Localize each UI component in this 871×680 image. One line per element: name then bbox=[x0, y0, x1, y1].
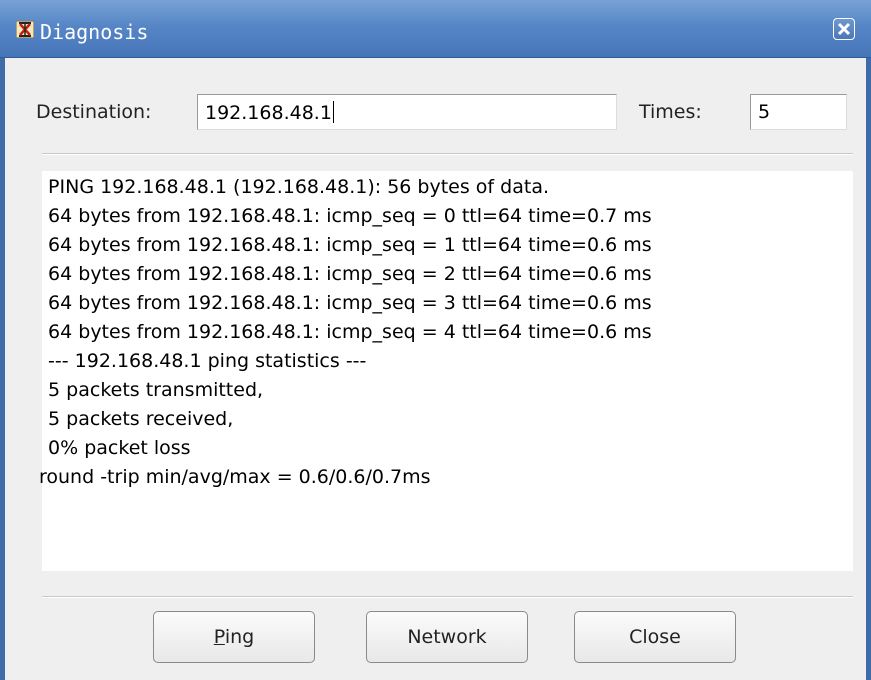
ping-mnemonic: P bbox=[213, 626, 225, 648]
output-line: round -trip min/avg/max = 0.6/0.6/0.7ms bbox=[39, 466, 431, 488]
output-line: --- 192.168.48.1 ping statistics --- bbox=[42, 350, 367, 372]
window-close-button[interactable] bbox=[833, 18, 855, 40]
output-line: 0% packet loss bbox=[42, 437, 191, 459]
network-button-label: Network bbox=[407, 626, 487, 648]
output-line: 5 packets transmitted, bbox=[42, 379, 264, 401]
destination-label: Destination: bbox=[36, 101, 152, 123]
separator-top bbox=[42, 153, 853, 155]
times-label: Times: bbox=[639, 101, 702, 123]
output-line: 64 bytes from 192.168.48.1: icmp_seq = 1… bbox=[42, 234, 652, 256]
output-line: 64 bytes from 192.168.48.1: icmp_seq = 3… bbox=[42, 292, 652, 314]
ping-output-area[interactable]: PING 192.168.48.1 (192.168.48.1): 56 byt… bbox=[39, 171, 853, 571]
window-title: Diagnosis bbox=[40, 20, 149, 44]
output-line: 64 bytes from 192.168.48.1: icmp_seq = 4… bbox=[42, 321, 652, 343]
ping-button[interactable]: Ping bbox=[153, 611, 315, 663]
output-line: 64 bytes from 192.168.48.1: icmp_seq = 0… bbox=[42, 205, 652, 227]
close-button-label: Close bbox=[629, 626, 681, 648]
destination-value: 192.168.48.1 bbox=[205, 102, 332, 124]
separator-bottom bbox=[42, 596, 853, 598]
times-value: 5 bbox=[758, 101, 771, 123]
text-caret bbox=[332, 101, 334, 123]
output-line: 64 bytes from 192.168.48.1: icmp_seq = 2… bbox=[42, 263, 652, 285]
network-button[interactable]: Network bbox=[366, 611, 528, 663]
output-line: 5 packets received, bbox=[42, 408, 234, 430]
diagnosis-dialog: Diagnosis Destination: 192.168.48.1 Time… bbox=[0, 0, 871, 680]
close-icon bbox=[837, 22, 851, 36]
output-line: PING 192.168.48.1 (192.168.48.1): 56 byt… bbox=[42, 176, 549, 198]
title-bar[interactable]: Diagnosis bbox=[0, 0, 871, 58]
times-input[interactable]: 5 bbox=[750, 94, 847, 130]
destination-input[interactable]: 192.168.48.1 bbox=[197, 94, 617, 130]
close-button[interactable]: Close bbox=[574, 611, 736, 663]
app-icon bbox=[16, 21, 34, 38]
ping-button-label: ing bbox=[224, 626, 255, 648]
